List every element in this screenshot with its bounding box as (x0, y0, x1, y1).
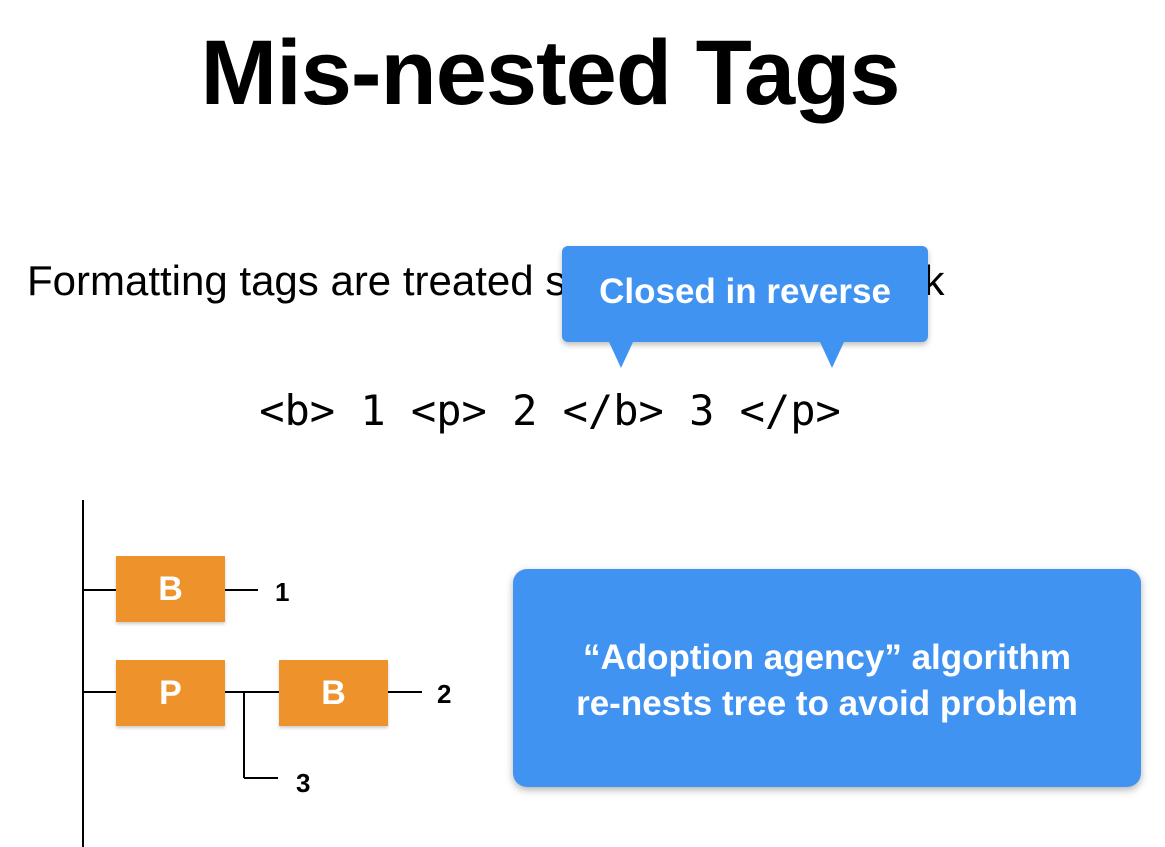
code-snippet: <b> 1 <p> 2 </b> 3 </p> (259, 386, 841, 435)
tree-node-p-label: P (159, 674, 182, 712)
tree-node-p: P (116, 660, 225, 726)
tree-node-b: B (116, 556, 225, 622)
callout-pointer-left (609, 342, 633, 368)
tree-node-b-label: B (158, 570, 183, 608)
tree-leaf-1: 1 (275, 577, 290, 607)
callout-pointer-right (820, 342, 844, 368)
tree-leaf-3: 3 (296, 768, 311, 798)
callout-text: Closed in reverse (599, 272, 891, 311)
slide-title: Mis-nested Tags (200, 22, 901, 124)
note-adoption-agency: “Adoption agency” algorithm re-nests tre… (513, 569, 1141, 787)
tree-node-b-nested: B (279, 660, 388, 726)
note-line-2: re-nests tree to avoid problem (576, 684, 1078, 723)
tree-connectors (82, 500, 422, 847)
tree-node-b-nested-label: B (321, 674, 346, 712)
tree-leaf-2: 2 (437, 679, 452, 709)
slide: Mis-nested Tags Formatting tags are trea… (0, 0, 1165, 847)
callout-closed-in-reverse: Closed in reverse (562, 246, 928, 368)
dom-tree-diagram: B 1 P B 2 3 (0, 490, 500, 847)
note-line-1: “Adoption agency” algorithm (582, 638, 1072, 677)
